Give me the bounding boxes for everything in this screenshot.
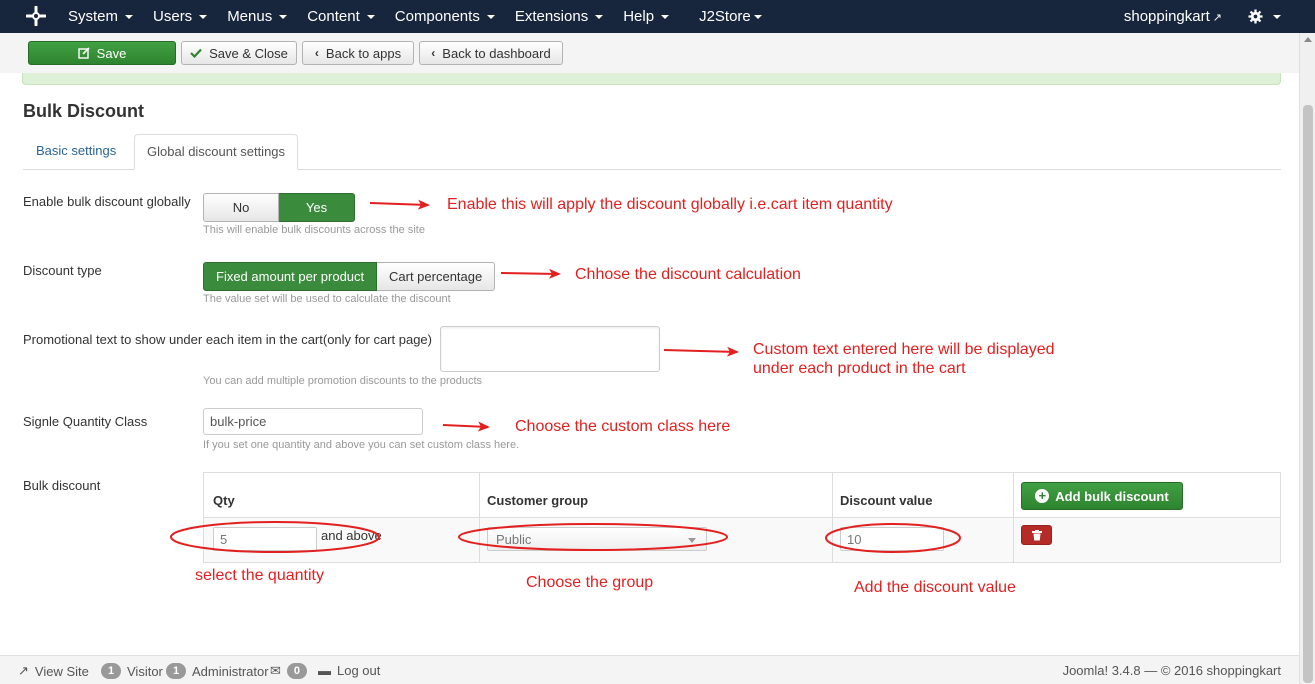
arrow-enable bbox=[369, 199, 430, 210]
messages-badge: 0 bbox=[286, 663, 307, 679]
scroll-thumb[interactable] bbox=[1303, 105, 1313, 683]
chevron-left-icon: ‹ bbox=[431, 46, 436, 60]
enable-label: Enable bulk discount globally bbox=[23, 194, 191, 209]
trash-icon bbox=[1031, 529, 1042, 540]
tab-basic-settings[interactable]: Basic settings bbox=[24, 134, 128, 170]
annotation-type: Chhose the discount calculation bbox=[575, 266, 801, 283]
promo-text-label: Promotional text to show under each item… bbox=[23, 332, 432, 347]
top-navbar: System Users Menus Content Components Ex… bbox=[0, 0, 1315, 33]
discount-type-label: Discount type bbox=[23, 263, 102, 278]
menu-j2store[interactable]: J2Store bbox=[689, 0, 772, 33]
dropdown-arrow-icon bbox=[688, 538, 696, 543]
annotation-group: Choose the group bbox=[526, 574, 654, 591]
scrollbar[interactable] bbox=[1299, 33, 1315, 684]
discount-value-header: Discount value bbox=[840, 493, 933, 508]
edit-icon bbox=[77, 47, 90, 59]
main-menu: System Users Menus Content Components Ex… bbox=[58, 0, 772, 33]
toolbar: Save Save & Close ‹ Back to apps ‹ Back … bbox=[0, 33, 1299, 73]
menu-components[interactable]: Components bbox=[385, 0, 505, 33]
tab-global-discount-settings[interactable]: Global discount settings bbox=[134, 134, 299, 170]
arrow-class bbox=[442, 421, 490, 432]
external-link-icon: ↗ bbox=[1212, 12, 1222, 24]
logout-link[interactable]: ▬ Log out bbox=[318, 663, 380, 678]
discount-value-input[interactable] bbox=[840, 527, 944, 551]
annotation-value: Add the discount value bbox=[854, 579, 1016, 596]
check-icon bbox=[190, 48, 202, 58]
qty-class-help: If you set one quantity and above you ca… bbox=[203, 439, 520, 451]
external-link-icon: ↗ bbox=[18, 663, 29, 678]
visitor-count: 1 Visitor bbox=[101, 663, 163, 679]
arrow-type bbox=[500, 268, 561, 279]
customer-group-header: Customer group bbox=[487, 493, 589, 508]
joomla-logo-icon[interactable] bbox=[26, 6, 46, 26]
qty-header: Qty bbox=[213, 493, 235, 508]
visitor-badge: 1 bbox=[101, 663, 121, 679]
column-divider bbox=[1013, 473, 1014, 562]
plus-icon: + bbox=[1035, 489, 1050, 503]
save-button[interactable]: Save bbox=[28, 41, 176, 65]
discount-type-help: The value set will be used to calculate … bbox=[203, 293, 451, 305]
messages-link[interactable]: ✉ 0 bbox=[270, 663, 307, 679]
qty-class-input[interactable] bbox=[203, 408, 423, 435]
column-divider bbox=[479, 473, 480, 562]
annotation-promo-line1: Custom text entered here will be display… bbox=[753, 341, 1055, 358]
settings-menu[interactable] bbox=[1248, 9, 1281, 24]
back-to-dashboard-button[interactable]: ‹ Back to dashboard bbox=[419, 41, 563, 65]
bulk-discount-table: Qty Customer group Discount value + Add … bbox=[203, 472, 1281, 563]
annotation-class: Choose the custom class here bbox=[515, 418, 731, 435]
scroll-up-icon[interactable] bbox=[1304, 37, 1312, 42]
gear-icon bbox=[1248, 9, 1263, 24]
promo-text-help: You can add multiple promotion discounts… bbox=[203, 375, 483, 387]
table-header: Qty Customer group Discount value + Add … bbox=[204, 473, 1280, 518]
menu-users[interactable]: Users bbox=[143, 0, 217, 33]
customer-group-select[interactable]: Public bbox=[487, 527, 707, 551]
menu-content[interactable]: Content bbox=[297, 0, 385, 33]
arrow-promo bbox=[663, 346, 739, 357]
discount-type-toggle: Fixed amount per product Cart percentage bbox=[203, 262, 495, 291]
save-close-button[interactable]: Save & Close bbox=[181, 41, 297, 65]
qty-class-label: Signle Quantity Class bbox=[23, 414, 148, 429]
qty-input[interactable] bbox=[213, 527, 317, 551]
administrator-count: 1 Administrator bbox=[166, 663, 269, 679]
minus-icon: ▬ bbox=[318, 663, 331, 678]
fixed-amount-button[interactable]: Fixed amount per product bbox=[203, 262, 377, 291]
admin-badge: 1 bbox=[166, 663, 186, 679]
status-bar: ↗ View Site 1 Visitor 1 Administrator ✉ … bbox=[0, 655, 1299, 684]
promo-text-textarea[interactable] bbox=[440, 326, 660, 372]
bulk-discount-label: Bulk discount bbox=[23, 478, 101, 493]
enable-yes-button[interactable]: Yes bbox=[279, 193, 355, 222]
annotation-enable: Enable this will apply the discount glob… bbox=[447, 196, 893, 213]
chevron-left-icon: ‹ bbox=[314, 46, 319, 60]
enable-help: This will enable bulk discounts across t… bbox=[203, 224, 425, 236]
menu-help[interactable]: Help bbox=[613, 0, 679, 33]
menu-menus[interactable]: Menus bbox=[217, 0, 297, 33]
view-site-link[interactable]: ↗ View Site bbox=[18, 663, 89, 679]
navbar-right: shoppingkart ↗ bbox=[1124, 0, 1315, 33]
add-bulk-discount-button[interactable]: + Add bulk discount bbox=[1021, 482, 1183, 510]
annotation-promo-line2: under each product in the cart bbox=[753, 360, 966, 377]
page-title: Bulk Discount bbox=[23, 101, 145, 121]
menu-extensions[interactable]: Extensions bbox=[505, 0, 613, 33]
site-link[interactable]: shoppingkart ↗ bbox=[1124, 8, 1222, 25]
column-divider bbox=[832, 473, 833, 562]
delete-row-button[interactable] bbox=[1021, 525, 1052, 545]
enable-toggle: No Yes bbox=[203, 193, 355, 222]
back-to-apps-button[interactable]: ‹ Back to apps bbox=[302, 41, 414, 65]
and-above-text: and above bbox=[321, 528, 382, 543]
envelope-icon: ✉ bbox=[270, 663, 281, 678]
table-row: and above Public bbox=[204, 518, 1280, 562]
footer-copyright: Joomla! 3.4.8 — © 2016 shoppingkart bbox=[1062, 663, 1281, 678]
annotation-qty: select the quantity bbox=[195, 567, 324, 584]
menu-system[interactable]: System bbox=[58, 0, 143, 33]
enable-no-button[interactable]: No bbox=[203, 193, 279, 222]
message-strip bbox=[22, 73, 1281, 85]
cart-percentage-button[interactable]: Cart percentage bbox=[377, 262, 495, 291]
